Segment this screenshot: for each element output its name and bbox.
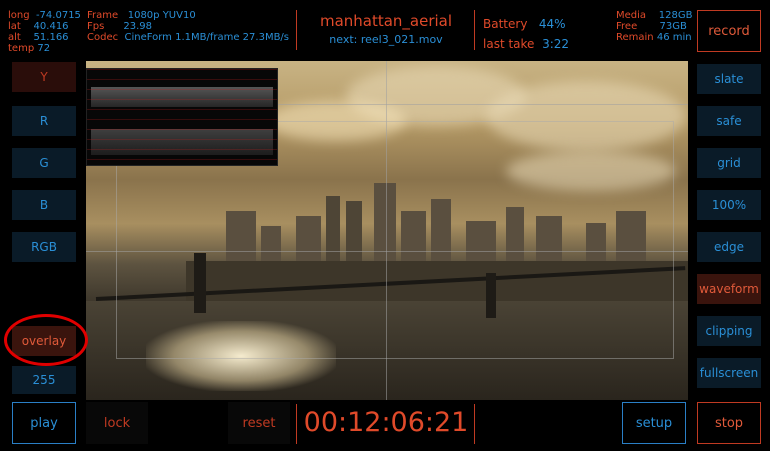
frame-label: Frame [87, 10, 119, 21]
fps-label: Fps [87, 21, 105, 32]
timecode-display: 00:12:06:21 [303, 407, 469, 438]
clipping-button[interactable]: clipping [697, 316, 761, 346]
long-value: -74.0715 [35, 10, 81, 21]
last-take-value: 3:22 [542, 37, 570, 51]
codec-label: Codec [87, 32, 119, 43]
lat-value: 40.416 [33, 21, 69, 32]
free-value: 73GB [659, 21, 687, 32]
battery-value: 44% [538, 17, 566, 31]
remain-label: Remain [616, 32, 654, 43]
clip-info: Frame 1080p YUV10 Fps 23.98 Codec CineFo… [87, 10, 297, 43]
fullscreen-button[interactable]: fullscreen [697, 358, 761, 388]
stop-button[interactable]: stop [697, 402, 761, 444]
slate-button[interactable]: slate [697, 64, 761, 94]
setup-button[interactable]: setup [622, 402, 686, 444]
fps-value: 23.98 [123, 21, 153, 32]
remain-value: 46 min [656, 32, 692, 43]
rgb-channel-button[interactable]: RGB [12, 232, 76, 262]
media-value: 128GB [658, 10, 693, 21]
edge-button[interactable]: edge [697, 232, 761, 262]
reset-button[interactable]: reset [228, 402, 290, 444]
gps-readout: long -74.0715 lat 40.416 alt 51.166 temp… [8, 10, 86, 54]
safe-button[interactable]: safe [697, 106, 761, 136]
bottom-divider-right [474, 404, 475, 444]
media-label: Media [616, 10, 647, 21]
next-clip: next: reel3_021.mov [329, 33, 443, 46]
b-channel-button[interactable]: B [12, 190, 76, 220]
codec-value: CineForm 1.1MB/frame 27.3MB/s [124, 32, 290, 43]
grid-button[interactable]: grid [697, 148, 761, 178]
overlay-annotation-circle [4, 314, 88, 366]
alt-label: alt [8, 32, 21, 43]
alt-value: 51.166 [33, 32, 69, 43]
bottom-divider-left [296, 404, 297, 444]
waveform-monitor [86, 68, 278, 166]
top-divider-right [474, 10, 475, 50]
clip-name: manhattan_aerial [319, 12, 453, 30]
temp-label: temp [8, 43, 35, 54]
free-label: Free [616, 21, 638, 32]
temp-value: 72 [37, 43, 51, 54]
g-channel-button[interactable]: G [12, 148, 76, 178]
record-button[interactable]: record [697, 10, 761, 52]
waveform-button[interactable]: waveform [697, 274, 761, 304]
last-take-label: last take [483, 37, 535, 51]
r-channel-button[interactable]: R [12, 106, 76, 136]
y-channel-button[interactable]: Y [12, 62, 76, 92]
top-divider-left [296, 10, 297, 50]
play-button[interactable]: play [12, 402, 76, 444]
media-info: Media 128GB Free 73GB Remain 46 min [616, 10, 696, 43]
battery-label: Battery [483, 17, 528, 31]
frame-value: 1080p YUV10 [127, 10, 196, 21]
lock-button[interactable]: lock [86, 402, 148, 444]
level-value[interactable]: 255 [12, 366, 76, 394]
lat-label: lat [8, 21, 21, 32]
long-label: long [8, 10, 30, 21]
zoom-button[interactable]: 100% [697, 190, 761, 220]
battery-block: Battery 44% last take 3:22 [483, 14, 569, 54]
clip-title-block: manhattan_aerial next: reel3_021.mov [298, 12, 474, 46]
waveform-grid [87, 69, 277, 165]
